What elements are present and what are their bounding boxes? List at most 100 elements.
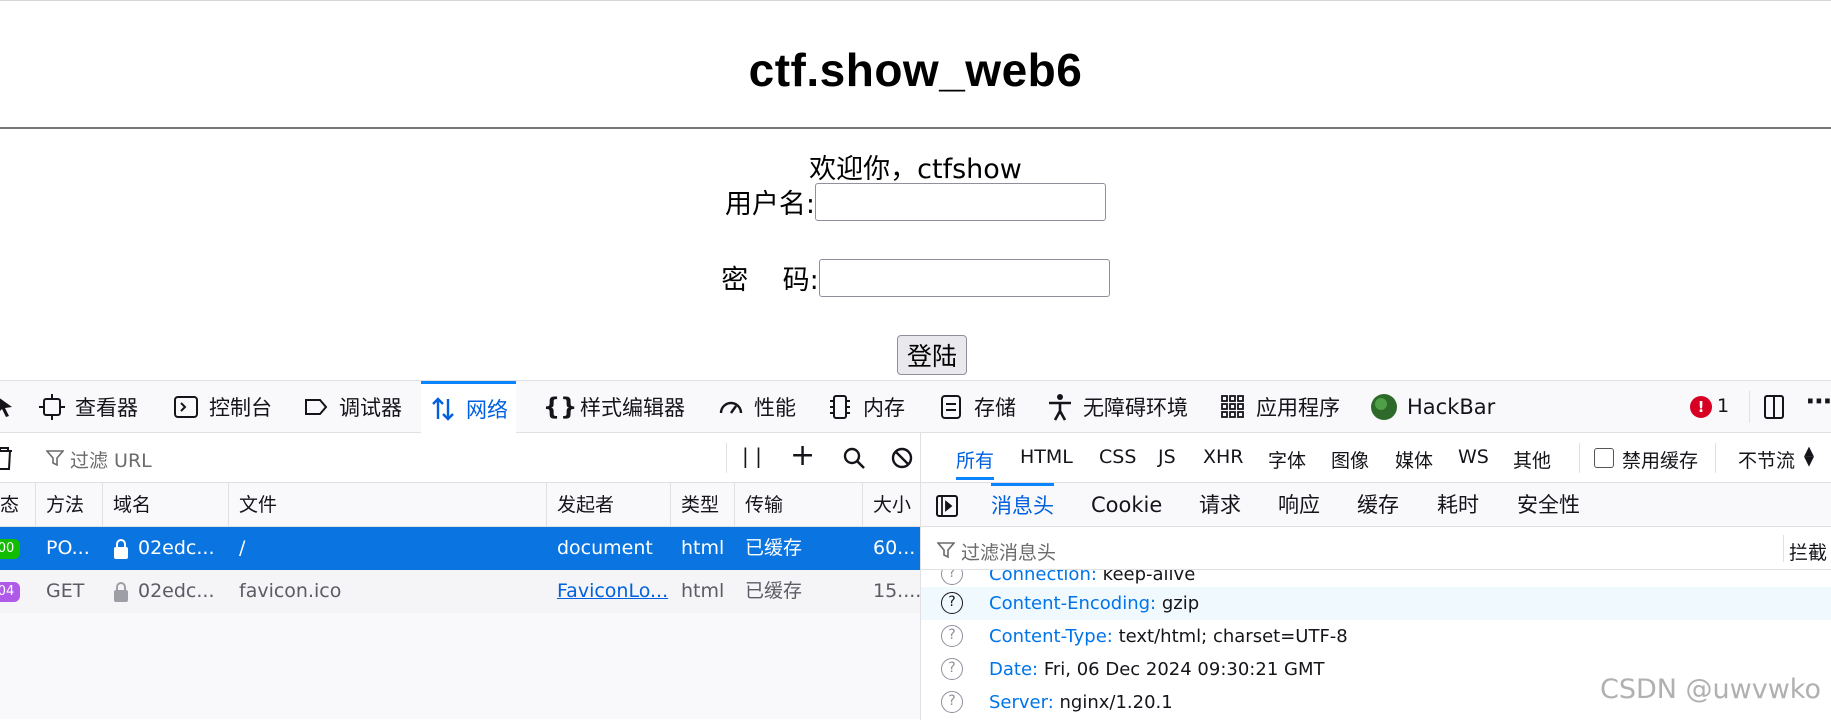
header-key: Content-Type: (989, 626, 1113, 647)
username-input[interactable] (815, 183, 1106, 221)
column-initiator[interactable]: 发起者 (547, 483, 671, 527)
help-icon[interactable]: ? (941, 592, 963, 614)
help-icon[interactable]: ? (941, 570, 963, 585)
type-filter-media[interactable]: 媒体 (1395, 446, 1433, 473)
type-filter-font[interactable]: 字体 (1268, 446, 1306, 473)
block-icon[interactable] (890, 446, 914, 470)
type-filter-html[interactable]: HTML (1020, 446, 1073, 468)
debugger-icon (302, 393, 330, 421)
header-key: Content-Encoding: (989, 593, 1156, 614)
hackbar-icon (1370, 393, 1398, 421)
header-row[interactable]: ? Content-Type: text/html; charset=UTF-8 (921, 620, 1831, 653)
type-filter-bar: 所有 HTML CSS JS XHR 字体 图像 媒体 WS 其他 禁用缓存 不… (920, 433, 1831, 483)
tab-hackbar[interactable]: HackBar (1370, 381, 1495, 433)
type-filter-xhr[interactable]: XHR (1203, 446, 1244, 468)
dock-toggle-icon[interactable] (1760, 393, 1788, 421)
tab-response[interactable]: 响应 (1278, 483, 1320, 527)
column-size[interactable]: 大小 (863, 483, 920, 527)
application-icon (1219, 393, 1247, 421)
tab-label: 网络 (466, 394, 508, 424)
tab-cookie[interactable]: Cookie (1091, 483, 1162, 527)
help-icon[interactable]: ? (941, 691, 963, 713)
type-filter-ws[interactable]: WS (1458, 446, 1489, 468)
password-input[interactable] (819, 259, 1110, 297)
filter-url-input[interactable]: 过滤 URL (70, 446, 152, 473)
column-file[interactable]: 文件 (229, 483, 547, 527)
type-filter-other[interactable]: 其他 (1513, 446, 1551, 473)
disable-cache-label[interactable]: 禁用缓存 (1622, 446, 1698, 473)
tab-label: 存储 (974, 392, 1016, 422)
cell-file: / (229, 527, 547, 570)
disable-cache-checkbox[interactable] (1594, 448, 1614, 468)
column-domain[interactable]: 域名 (103, 483, 229, 527)
column-transfer[interactable]: 传输 (735, 483, 863, 527)
devtools-toolbar: 查看器 控制台 调试器 网络 {} 样式编辑器 性能 内存 存储 (0, 381, 1831, 433)
pause-icon[interactable]: | | (742, 444, 762, 468)
error-count[interactable]: 1 (1717, 395, 1729, 417)
type-filter-all[interactable]: 所有 (956, 446, 994, 480)
panel-splitter[interactable] (920, 433, 921, 720)
tab-timing[interactable]: 耗时 (1437, 483, 1479, 527)
column-status[interactable]: 态 (0, 483, 36, 527)
watermark: CSDN @uwvwko (1600, 674, 1821, 705)
throttle-select[interactable]: 不节流 (1738, 446, 1795, 473)
tab-cache[interactable]: 缓存 (1357, 483, 1399, 527)
request-details-tabs: 消息头 Cookie 请求 响应 缓存 耗时 安全性 (920, 483, 1831, 527)
cell-type: html (671, 570, 735, 613)
username-row: 用户名: (0, 182, 1831, 221)
type-filter-image[interactable]: 图像 (1331, 446, 1369, 473)
tab-style-editor[interactable]: {} 样式编辑器 (543, 381, 685, 433)
inspector-icon (38, 393, 66, 421)
login-button[interactable]: 登陆 (897, 335, 967, 375)
tab-label: 样式编辑器 (580, 392, 685, 422)
more-options-icon[interactable]: ⋯ (1806, 387, 1831, 417)
cell-initiator-link[interactable]: FaviconLo... (547, 570, 671, 613)
header-row[interactable]: ? Content-Encoding: gzip (921, 587, 1831, 620)
help-icon[interactable]: ? (941, 625, 963, 647)
tab-application[interactable]: 应用程序 (1219, 381, 1340, 433)
tab-inspector[interactable]: 查看器 (38, 381, 138, 433)
tab-console[interactable]: 控制台 (172, 381, 272, 433)
error-badge-icon[interactable]: ! (1690, 396, 1712, 418)
tab-performance[interactable]: 性能 (717, 381, 796, 433)
tab-network[interactable]: 网络 (421, 381, 516, 433)
table-row[interactable]: 04 GET 02edc... favicon.ico FaviconLo...… (0, 570, 920, 613)
filter-divider (1783, 535, 1784, 562)
type-filter-js[interactable]: JS (1158, 446, 1176, 468)
password-label: 密 码: (721, 258, 818, 297)
devtools-panel: 查看器 控制台 调试器 网络 {} 样式编辑器 性能 内存 存储 (0, 380, 1831, 719)
trash-icon[interactable] (0, 445, 14, 471)
tab-storage[interactable]: 存储 (937, 381, 1016, 433)
header-value: nginx/1.20.1 (1060, 692, 1173, 713)
tab-headers[interactable]: 消息头 (991, 483, 1054, 527)
cell-initiator: document (547, 527, 671, 570)
password-row: 密 码: (0, 258, 1831, 297)
performance-icon (717, 393, 745, 421)
tab-memory[interactable]: 内存 (826, 381, 905, 433)
help-icon[interactable]: ? (941, 658, 963, 680)
headers-filter-bar: 过滤消息头 拦截 (920, 527, 1831, 570)
block-button[interactable]: 拦截 (1789, 538, 1827, 565)
search-icon[interactable] (842, 446, 866, 470)
pick-element-icon[interactable] (0, 395, 16, 419)
filter-divider (726, 443, 727, 473)
add-icon[interactable]: + (790, 438, 815, 473)
column-type[interactable]: 类型 (671, 483, 735, 527)
filter-headers-input[interactable]: 过滤消息头 (961, 538, 1056, 565)
toggle-sidebar-icon[interactable] (935, 494, 959, 518)
filter-divider (1579, 443, 1580, 473)
accessibility-icon (1046, 393, 1074, 421)
console-icon (172, 393, 200, 421)
memory-icon (826, 393, 854, 421)
tab-security[interactable]: 安全性 (1517, 483, 1580, 527)
type-filter-css[interactable]: CSS (1099, 446, 1136, 468)
tab-debugger[interactable]: 调试器 (302, 381, 402, 433)
tab-request[interactable]: 请求 (1199, 483, 1241, 527)
column-method[interactable]: 方法 (36, 483, 103, 527)
chevron-updown-icon: ▲▼ (1804, 447, 1814, 467)
header-key: Server: (989, 692, 1054, 713)
table-row[interactable]: 00 PO... 02edc... / document html 已缓存 60… (0, 527, 920, 570)
cell-size: 60... (863, 527, 920, 570)
tab-accessibility[interactable]: 无障碍环境 (1046, 381, 1188, 433)
status-badge: 00 (0, 539, 20, 559)
